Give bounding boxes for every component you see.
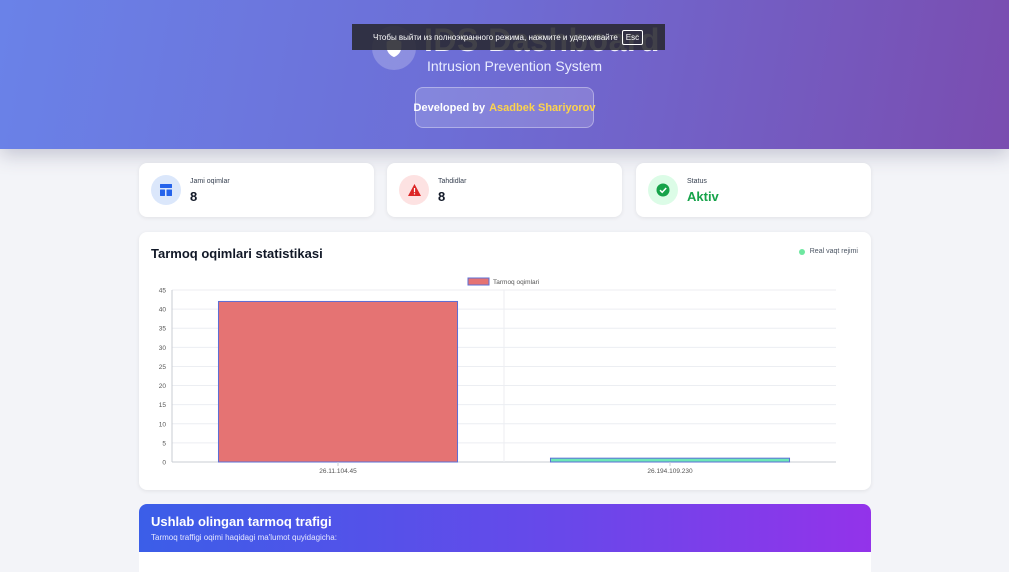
developed-by-label: Developed by [413,101,486,114]
x-tick-label: 26.11.104.45 [319,468,357,475]
y-tick-label: 10 [159,421,167,428]
stat-card-threats: Tahdidlar 8 [387,163,622,217]
legend-label: Tarmoq oqimlari [493,279,539,286]
bar [549,457,791,463]
check-circle-icon [648,175,678,205]
bar-chart: 0 5 10 15 20 25 30 35 40 45 26.11.104.45 26.194.109… [159,277,836,475]
y-tick-label: 15 [159,402,167,409]
traffic-panel-title: Ushlab olingan tarmoq trafigi [151,514,332,529]
y-tick-label: 35 [159,326,167,333]
y-tick-label: 40 [159,307,167,314]
stat-label: Tahdidlar [438,178,467,185]
fullscreen-notice-text: Чтобы выйти из полноэкранного режима, на… [373,32,618,42]
legend-swatch [467,277,490,286]
page-subtitle: Intrusion Prevention System [426,58,603,74]
status-value: Aktiv [687,189,719,204]
developer-badge: Developed by Asadbek Shariyorov [413,87,596,128]
y-tick-label: 30 [159,345,167,352]
bar [217,300,459,463]
stat-card-status: Status Aktiv [636,163,871,217]
stat-value: 8 [438,189,446,204]
x-tick-label: 26.194.109.230 [647,468,693,475]
developer-name: Asadbek Shariyorov [489,101,596,114]
stat-value: 8 [190,189,198,204]
y-tick-label: 0 [162,460,166,467]
y-tick-label: 5 [162,440,166,447]
traffic-panel-header: Ushlab olingan tarmoq trafigi Tarmoq tra… [139,504,871,552]
y-tick-label: 45 [159,288,167,295]
stat-label: Jami oqimlar [190,178,230,185]
warning-icon [399,175,429,205]
fullscreen-notice: Чтобы выйти из полноэкранного режима, на… [352,24,665,50]
traffic-panel: Ushlab olingan tarmoq trafigi Tarmoq tra… [139,504,871,572]
esc-key-hint: Esc [621,29,644,45]
traffic-panel-subtitle: Tarmoq traffigi oqimi haqidagi ma'lumot … [151,533,337,542]
dashboard-icon [151,175,181,205]
chart-panel: Tarmoq oqimlari statistikasi Real vaqt r… [139,232,871,490]
stat-label: Status [687,178,707,185]
y-tick-label: 25 [159,364,167,371]
stat-card-flows: Jami oqimlar 8 [139,163,374,217]
y-tick-label: 20 [159,383,167,390]
header-banner: IDS Dashboard Intrusion Prevention Syste… [0,0,1009,149]
